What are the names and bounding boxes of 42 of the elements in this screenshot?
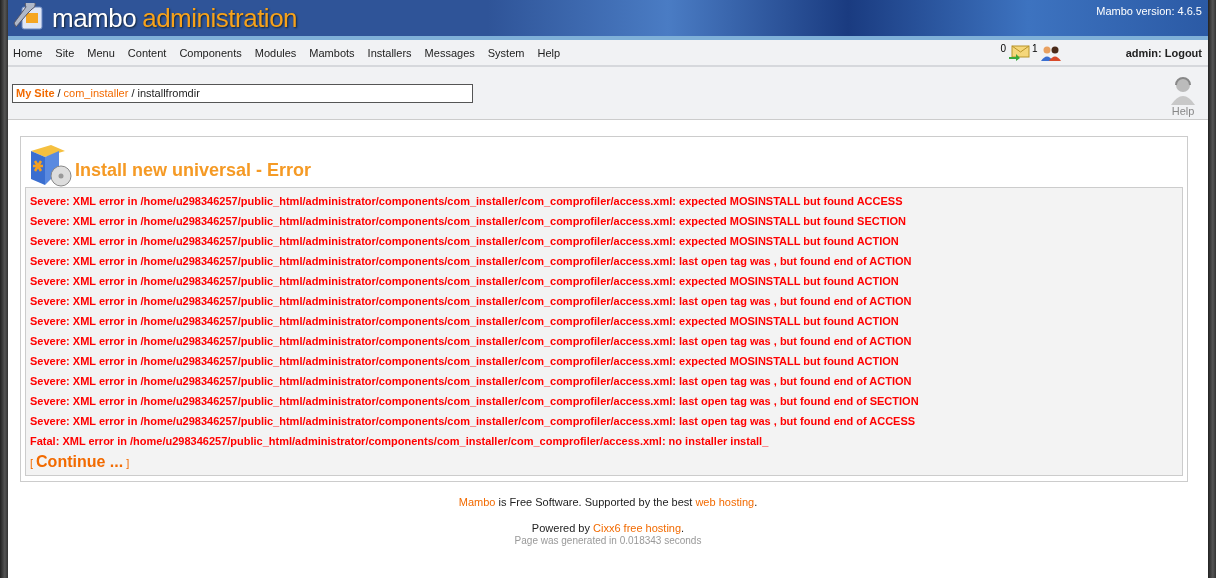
- menu-item[interactable]: Components: [179, 46, 242, 59]
- menu-item[interactable]: Installers: [367, 46, 412, 59]
- error-message: Severe: XML error in /home/u298346257/public_html/administrator/components/com_installer/com_comprofiler/access.xml: last open tag was , but found end of ACTION: [30, 374, 913, 389]
- error-message: Severe: XML error in /home/u298346257/public_html/administrator/components/com_installer/com_comprofiler/access.xml: last open tag was , but found end of ACTION: [30, 294, 913, 309]
- generation-time: Page was generated in 0.018343 seconds: [514, 535, 702, 546]
- error-message: Severe: XML error in /home/u298346257/public_html/administrator/components/com_installer/com_comprofiler/access.xml: last open tag was , but found end of ACTION: [30, 254, 913, 269]
- users-count: 1: [1032, 42, 1038, 54]
- menu-item[interactable]: Menu: [87, 46, 115, 59]
- error-message: Severe: XML error in /home/u298346257/public_html/administrator/components/com_installer/com_comprofiler/access.xml: last open tag was , but found end of SECTION: [30, 394, 920, 409]
- version-label: Mambo version: 4.6.5: [1096, 5, 1202, 17]
- logout-link[interactable]: admin: Logout: [1125, 46, 1202, 59]
- error-message: Severe: XML error in /home/u298346257/public_html/administrator/components/com_installer/com_comprofiler/access.xml: last open tag was , but found end of ACTION: [30, 334, 913, 349]
- error-message: Severe: XML error in /home/u298346257/public_html/administrator/components/com_installer/com_comprofiler/access.xml: expected MOSINSTALL but found SECTION: [30, 214, 907, 229]
- footer-text: Mambo is Free Software. Supported by the best web hosting.: [458, 496, 758, 508]
- error-message: Severe: XML error in /home/u298346257/public_html/administrator/components/com_installer/com_comprofiler/access.xml: expected MOSINSTALL but found ACTION: [30, 234, 900, 249]
- menu-item[interactable]: Content: [127, 46, 167, 59]
- breadcrumb-separator: /: [131, 87, 135, 99]
- breadcrumb-current: installfromdir: [137, 87, 200, 99]
- wrench-icon: [12, 3, 46, 33]
- menu-item[interactable]: System: [487, 46, 525, 59]
- logo-text: mambo: [52, 2, 137, 34]
- logo-text: administration: [142, 2, 298, 34]
- error-message: Severe: XML error in /home/u298346257/public_html/administrator/components/com_installer/com_comprofiler/access.xml: expected MOSINSTALL but found ACTION: [30, 274, 900, 289]
- error-message: Fatal: XML error in /home/u298346257/public_html/administrator/components/com_installer/com_comprofiler/access.xml: no installer install_: [30, 434, 770, 449]
- error-message: Severe: XML error in /home/u298346257/public_html/administrator/components/com_installer/com_comprofiler/access.xml: expected MOSINSTALL but found ACTION: [30, 314, 900, 329]
- bracket: [: [30, 457, 34, 469]
- powered-by-text: Powered by Cixx6 free hosting.: [531, 522, 685, 534]
- menu-item[interactable]: Help: [537, 46, 561, 59]
- menu-item[interactable]: Mambots: [309, 46, 355, 59]
- message-count: 0: [1000, 42, 1007, 54]
- menu-item[interactable]: Home: [13, 46, 43, 59]
- error-message: Severe: XML error in /home/u298346257/public_html/administrator/components/com_installer/com_comprofiler/access.xml: expected MOSINSTALL but found ACTION: [30, 354, 900, 369]
- envelope-icon[interactable]: [1008, 44, 1031, 61]
- error-message: Severe: XML error in /home/u298346257/public_html/administrator/components/com_installer/com_comprofiler/access.xml: expected MOSINSTALL but found ACCESS: [30, 194, 904, 209]
- menu-item[interactable]: Modules: [254, 46, 297, 59]
- menu-item[interactable]: Messages: [424, 46, 475, 59]
- menu-item[interactable]: Site: [55, 46, 75, 59]
- error-message: Severe: XML error in /home/u298346257/public_html/administrator/components/com_installer/com_comprofiler/access.xml: last open tag was , but found end of ACCESS: [30, 414, 917, 429]
- bracket: ]: [126, 457, 130, 469]
- users-icon[interactable]: [1039, 44, 1062, 61]
- page-title: Install new universal - Error: [75, 160, 312, 181]
- breadcrumb-separator: /: [57, 87, 61, 99]
